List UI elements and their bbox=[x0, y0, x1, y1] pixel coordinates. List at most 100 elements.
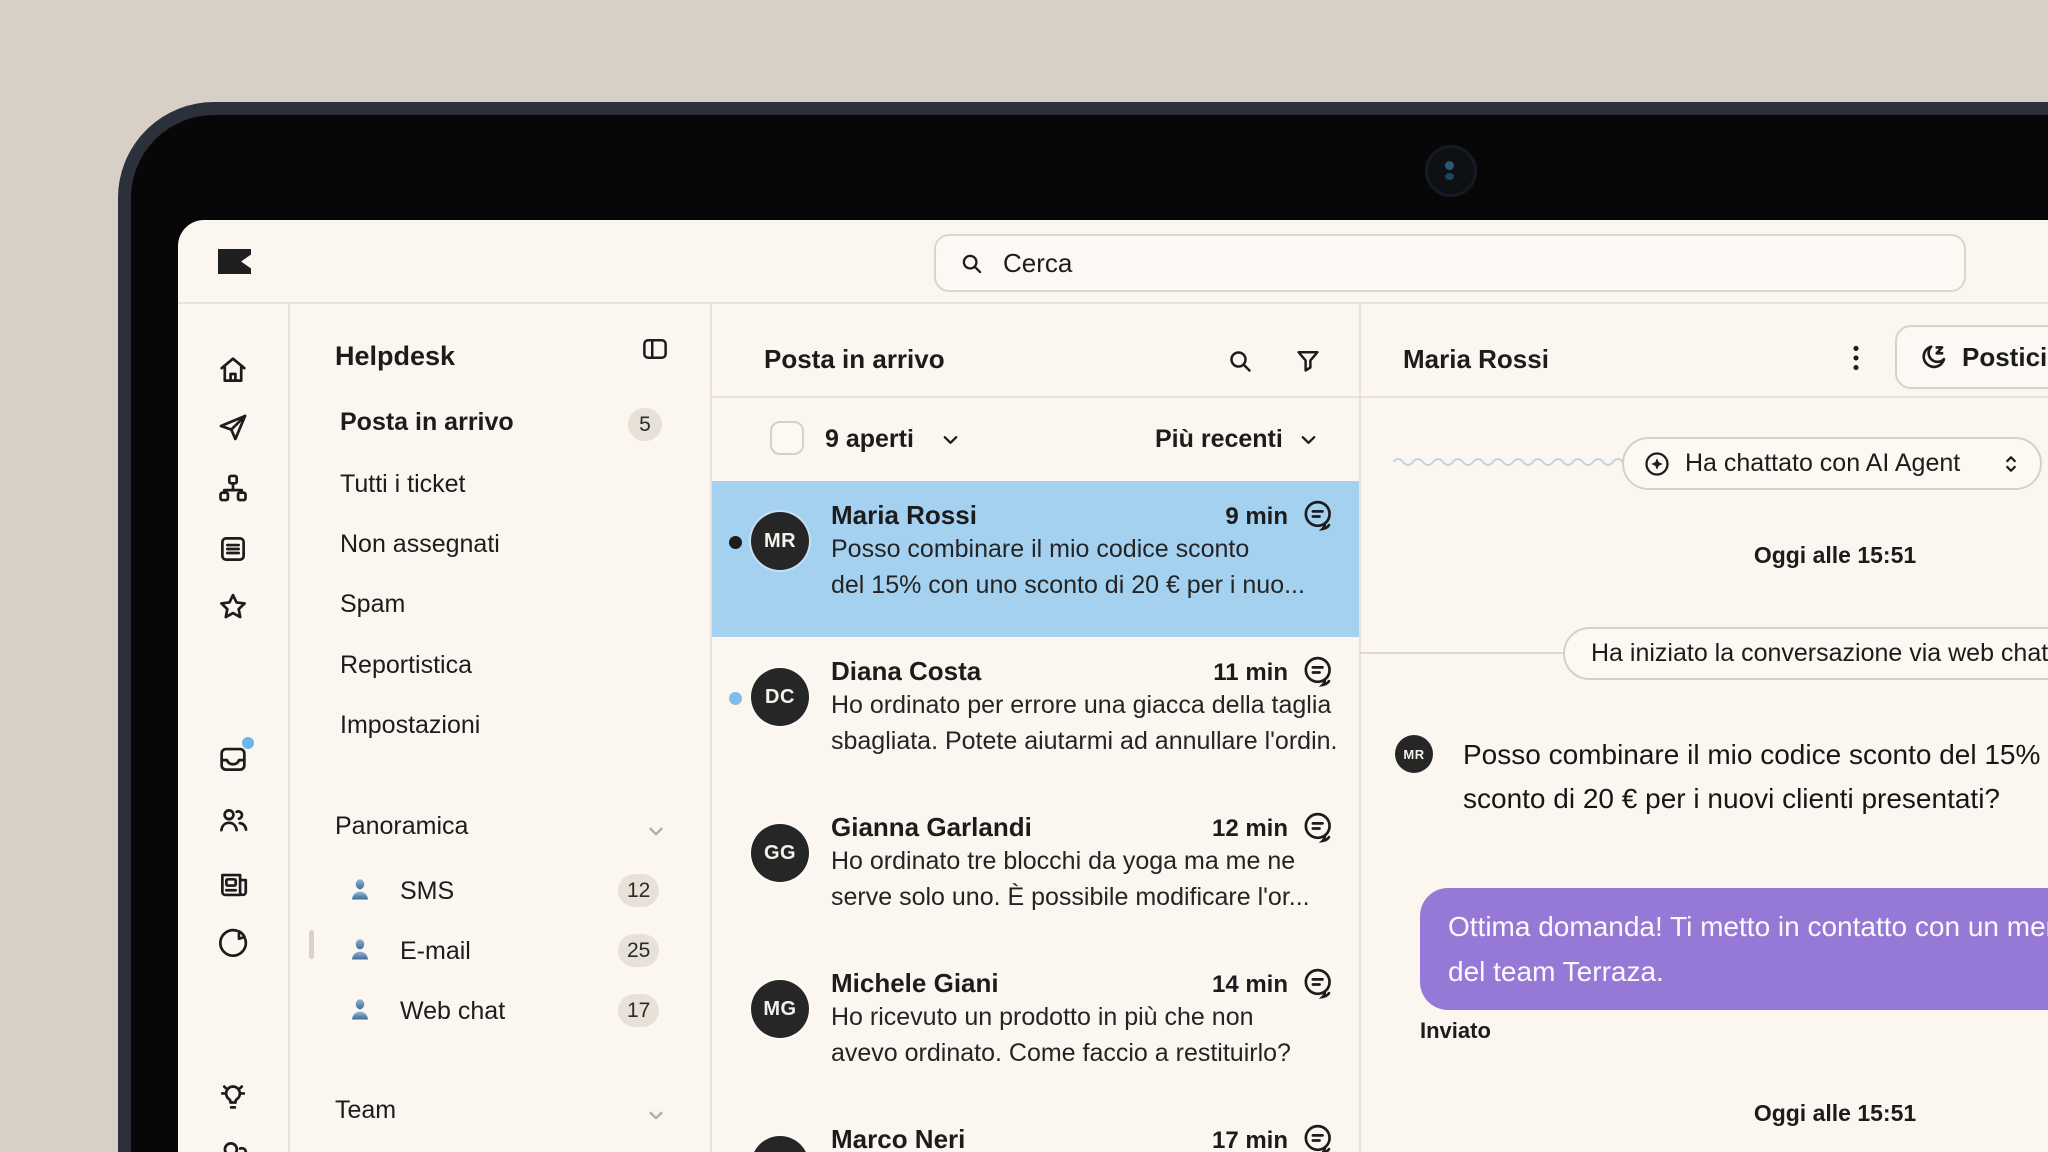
event-chip-label: Ha iniziato la conversazione via web cha… bbox=[1591, 639, 2048, 668]
send-icon[interactable] bbox=[216, 410, 250, 444]
rail-divider bbox=[288, 304, 290, 1152]
ideas-lightbulb-icon[interactable] bbox=[216, 1080, 250, 1114]
avatar: MN bbox=[751, 1136, 809, 1152]
avatar: MR bbox=[751, 512, 809, 570]
channel-web-chat[interactable]: Web chat bbox=[400, 997, 505, 1026]
inbox-header-divider bbox=[712, 396, 1359, 398]
global-search[interactable] bbox=[934, 234, 1966, 292]
inbox-title: Posta in arrivo bbox=[764, 344, 945, 375]
section-team[interactable]: Team bbox=[335, 1096, 396, 1125]
timestamp: Oggi alle 15:51 bbox=[1635, 1100, 2035, 1127]
open-count-dropdown[interactable]: 9 aperti bbox=[825, 425, 914, 454]
nav-item-tutti-i-ticket[interactable]: Tutti i ticket bbox=[340, 470, 466, 499]
inbox-notification-dot bbox=[242, 737, 254, 749]
search-input[interactable] bbox=[1001, 247, 1885, 280]
conversation-row[interactable]: MG Michele Giani 14 min Ho ricevuto un p… bbox=[712, 949, 1359, 1105]
preview-line: sbagliata. Potete aiutarmi ad annullare … bbox=[831, 727, 1336, 756]
snooze-button[interactable]: Posticipa bbox=[1895, 325, 2048, 389]
customer-message-line: sconto di 20 € per i nuovi clienti prese… bbox=[1463, 783, 2048, 815]
collapse-panel-icon[interactable] bbox=[640, 334, 670, 364]
kebab-menu-icon[interactable] bbox=[1838, 340, 1874, 376]
conversation-time: 11 min bbox=[1112, 659, 1288, 687]
nav-item-impostazioni[interactable]: Impostazioni bbox=[340, 711, 480, 740]
channel-sms[interactable]: SMS bbox=[400, 877, 454, 906]
preview-line: Posso combinare il mio codice sconto bbox=[831, 535, 1336, 564]
badge-web-chat: 17 bbox=[618, 994, 659, 1027]
conversation-name: Michele Giani bbox=[831, 968, 999, 999]
select-all-checkbox[interactable] bbox=[770, 421, 804, 455]
conversation-row[interactable]: DC Diana Costa 11 min Ho ordinato per er… bbox=[712, 637, 1359, 793]
sort-dropdown[interactable]: Più recenti bbox=[1155, 425, 1283, 454]
conversation-title: Maria Rossi bbox=[1403, 344, 1549, 375]
nav-item-spam[interactable]: Spam bbox=[340, 590, 405, 619]
nav-title: Helpdesk bbox=[335, 341, 455, 372]
preview-line: Ho ordinato tre blocchi da yoga ma me ne bbox=[831, 847, 1336, 876]
star-icon[interactable] bbox=[216, 590, 250, 624]
app-logo-icon[interactable] bbox=[218, 249, 251, 274]
conversation-name: Gianna Garlandi bbox=[831, 812, 1032, 843]
conversation-header-divider bbox=[1360, 396, 2048, 398]
avatar: GG bbox=[751, 824, 809, 882]
chat-channel-icon bbox=[1300, 1121, 1336, 1152]
agent-message-line: Ottima domanda! Ti metto in contatto con… bbox=[1448, 904, 2048, 949]
section-panoramica[interactable]: Panoramica bbox=[335, 812, 468, 841]
chevron-down-icon[interactable] bbox=[938, 427, 963, 452]
app-window: Helpdesk Posta in arrivo 5 Tutti i ticke… bbox=[178, 220, 2048, 1152]
chat-channel-icon bbox=[1300, 965, 1336, 1001]
preview-line: Ho ordinato per errore una giacca della … bbox=[831, 691, 1336, 720]
nav-badge-posta: 5 bbox=[628, 408, 662, 441]
nav-item-reportistica[interactable]: Reportistica bbox=[340, 651, 472, 680]
agent-message-line: del team Terraza. bbox=[1448, 949, 2048, 994]
webcam bbox=[1425, 145, 1477, 197]
person-icon bbox=[345, 995, 375, 1025]
chat-channel-icon bbox=[1300, 809, 1336, 845]
person-icon bbox=[345, 875, 375, 905]
sent-status: Inviato bbox=[1420, 1018, 1491, 1044]
conversation-time: 14 min bbox=[1112, 971, 1288, 999]
chat-channel-icon bbox=[1300, 497, 1336, 533]
ai-agent-chip[interactable]: Ha chattato con AI Agent bbox=[1622, 437, 2042, 490]
preview-line: del 15% con uno sconto di 20 € per i nuo… bbox=[831, 571, 1336, 600]
chevron-down-icon[interactable] bbox=[1296, 427, 1321, 452]
channel-email[interactable]: E-mail bbox=[400, 937, 471, 966]
conversation-row[interactable]: MN Marco Neri 17 min bbox=[712, 1105, 1359, 1152]
conversation-time: 9 min bbox=[1112, 503, 1288, 531]
chevron-down-icon[interactable] bbox=[644, 1103, 668, 1127]
list-search-icon[interactable] bbox=[1225, 346, 1255, 376]
conversation-name: Maria Rossi bbox=[831, 500, 977, 531]
ai-sparkle-icon bbox=[1642, 449, 1672, 479]
news-icon[interactable] bbox=[216, 868, 250, 902]
wavy-connector bbox=[1393, 454, 1625, 470]
home-icon[interactable] bbox=[216, 353, 250, 387]
list-divider bbox=[1359, 304, 1361, 1152]
topbar-divider bbox=[178, 302, 2048, 304]
conversation-row[interactable]: MR Maria Rossi 9 min Posso combinare il … bbox=[712, 481, 1359, 637]
up-down-chevron-icon bbox=[1998, 451, 2024, 477]
snooze-label: Posticipa bbox=[1962, 342, 2048, 373]
conversation-name: Diana Costa bbox=[831, 656, 981, 687]
conversation-row[interactable]: GG Gianna Garlandi 12 min Ho ordinato tr… bbox=[712, 793, 1359, 949]
chevron-down-icon[interactable] bbox=[644, 819, 668, 843]
desktop-background: Helpdesk Posta in arrivo 5 Tutti i ticke… bbox=[0, 0, 2048, 1152]
preview-line: serve solo uno. È possibile modificare l… bbox=[831, 883, 1336, 912]
ticket-list-icon[interactable] bbox=[216, 532, 250, 566]
nav-item-non-assegnati[interactable]: Non assegnati bbox=[340, 530, 500, 559]
contacts-icon[interactable] bbox=[216, 803, 250, 837]
conversation-time: 17 min bbox=[1112, 1127, 1288, 1152]
reports-pie-icon[interactable] bbox=[216, 926, 250, 960]
org-chart-icon[interactable] bbox=[216, 471, 250, 505]
chat-channel-icon bbox=[1300, 653, 1336, 689]
conversation-name: Marco Neri bbox=[831, 1124, 965, 1152]
preview-line: avevo ordinato. Come faccio a restituirl… bbox=[831, 1039, 1336, 1068]
timestamp: Oggi alle 15:51 bbox=[1635, 542, 2035, 569]
filter-icon[interactable] bbox=[1293, 346, 1323, 376]
avatar: MG bbox=[751, 980, 809, 1038]
bottom-partial-icon[interactable] bbox=[216, 1138, 250, 1152]
unread-dot bbox=[729, 536, 742, 549]
badge-email: 25 bbox=[618, 934, 659, 967]
webcam-lens-icon bbox=[1445, 161, 1454, 170]
nav-scrollbar-thumb[interactable] bbox=[309, 930, 314, 959]
customer-message-line: Posso combinare il mio codice sconto del… bbox=[1463, 739, 2048, 771]
nav-item-posta-in-arrivo[interactable]: Posta in arrivo bbox=[340, 408, 514, 437]
preview-line: Ho ricevuto un prodotto in più che non bbox=[831, 1003, 1336, 1032]
